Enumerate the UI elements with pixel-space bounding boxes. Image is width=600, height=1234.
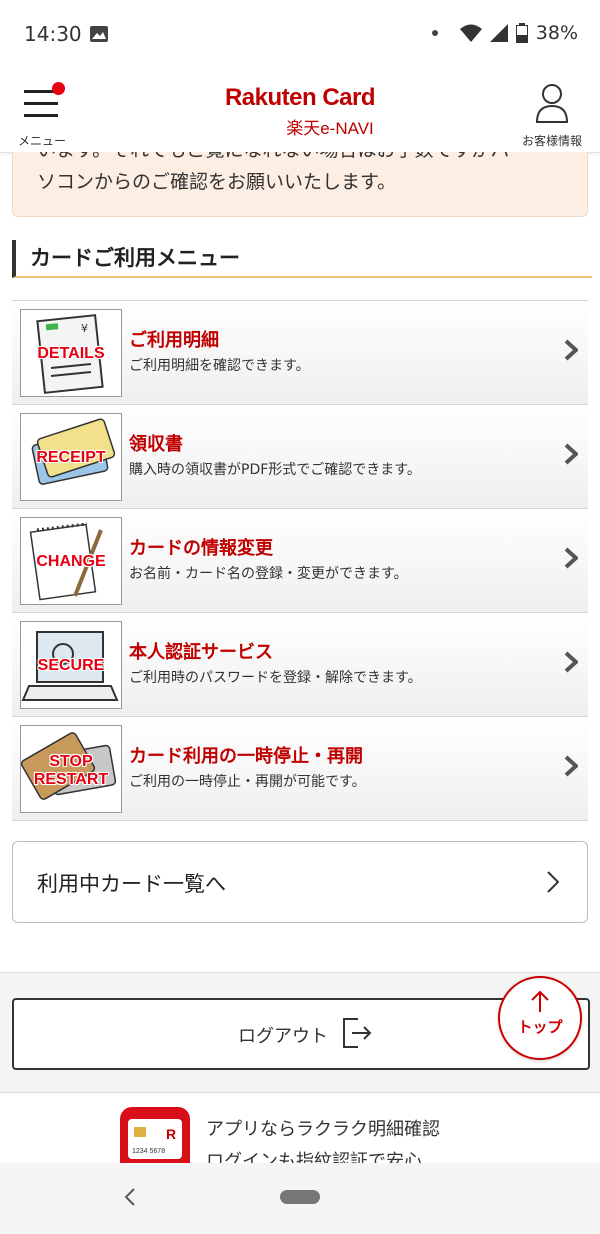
receipt-thumbnail: RECEIPT [20,413,122,501]
details-label: DETAILS [37,345,105,362]
status-time: 14:30 [24,22,82,46]
item-desc: お名前・カード名の登録・変更ができます。 [129,566,408,582]
menu-item-stop-restart[interactable]: STOP RESTART カード利用の一時停止・再開 ご利用の一時停止・再開が可… [12,716,588,821]
menu-item-details[interactable]: ¥ DETAILS ご利用明細 ご利用明細を確認できます。 [12,300,588,404]
brand-sub: 楽天e-NAVI [286,119,374,138]
stop-label: STOP [49,753,93,770]
card-menu-list: ¥ DETAILS ご利用明細 ご利用明細を確認できます。 RECEIPT 領収… [12,300,588,821]
change-label: CHANGE [36,553,106,570]
badge-dot-icon [52,82,65,95]
rakuten-card-app-icon: R 1234 5678 [120,1107,190,1163]
gallery-icon [90,26,108,42]
notification-dot-icon [431,30,438,36]
card-chip-icon: R 1234 5678 [132,1126,176,1155]
menu-item-secure[interactable]: SECURE 本人認証サービス ご利用時のパスワードを登録・解除できます。 [12,612,588,716]
chevron-right-icon [564,443,578,465]
item-title: ご利用明細 [129,330,219,351]
notice-line-2: ソコンからのご確認をお願いいたします。 [37,171,397,193]
details-thumbnail: ¥ DETAILS [20,309,122,397]
menu-button[interactable]: メニュー [10,80,74,148]
restart-label: RESTART [33,771,109,788]
item-title: 領収書 [129,434,183,455]
signal-icon [489,24,508,42]
wifi-icon [459,24,482,42]
account-label: お客様情報 [521,134,582,148]
back-icon[interactable] [122,1187,136,1207]
user-icon [535,84,569,123]
item-desc: ご利用時のパスワードを登録・解除できます。 [129,670,422,686]
menu-item-change[interactable]: CHANGE カードの情報変更 お名前・カード名の登録・変更ができます。 [12,508,588,612]
app-promo-banner[interactable]: R 1234 5678 アプリならラクラク明細確認 ログインも指紋認証で安心 [0,1093,600,1163]
item-desc: ご利用明細を確認できます。 [129,358,310,374]
account-button[interactable]: お客様情報 [512,80,592,148]
item-desc: ご利用の一時停止・再開が可能です。 [129,774,366,790]
top-label: トップ [517,1018,563,1036]
secure-label: SECURE [37,657,105,674]
section-title: カードご利用メニュー [12,240,592,278]
promo-line-2: ログインも指紋認証で安心 [206,1151,422,1163]
stop-restart-thumbnail: STOP RESTART [20,725,122,813]
card-list-button[interactable]: 利用中カード一覧へ [12,841,588,923]
menu-label: メニュー [17,134,66,148]
chevron-right-icon [564,547,578,569]
card-number: 1234 5678 [132,1148,165,1155]
notice-line-1: います。それでもご覧になれない場合はお手数ですがパ [37,152,577,166]
brand-main: Rakuten Card [224,84,376,111]
item-title: カードの情報変更 [129,538,273,559]
hamburger-icon [24,90,58,126]
svg-text:R: R [166,1126,176,1142]
item-desc: 購入時の領収書がPDF形式でご確認できます。 [129,462,421,478]
scroll-top-button[interactable]: トップ [498,976,582,1060]
card-list-label: 利用中カード一覧へ [37,872,226,896]
secure-thumbnail: SECURE [20,621,122,709]
battery-icon [515,23,528,43]
item-title: カード利用の一時停止・再開 [129,746,363,767]
chevron-right-icon [564,339,578,361]
svg-text:¥: ¥ [81,322,88,335]
menu-item-receipt[interactable]: RECEIPT 領収書 購入時の領収書がPDF形式でご確認できます。 [12,404,588,508]
notice-box: います。それでもご覧になれない場合はお手数ですがパ ソコンからのご確認をお願いい… [12,152,588,217]
logout-icon [343,1018,372,1048]
app-header: メニュー Rakuten Card 楽天e-NAVI お客様情報 [0,72,600,153]
logout-label: ログアウト [238,1026,328,1047]
receipt-label: RECEIPT [36,449,106,466]
brand-logo[interactable]: Rakuten Card 楽天e-NAVI [210,84,390,139]
battery-percent: 38% [535,22,578,44]
arrow-up-icon [531,990,549,1012]
status-bar: 14:30 38% [0,0,600,72]
home-pill-icon[interactable] [280,1190,320,1204]
chevron-right-icon [547,871,559,893]
chevron-right-icon [564,755,578,777]
promo-line-1: アプリならラクラク明細確認 [206,1119,440,1140]
system-nav-bar [0,1163,600,1233]
chevron-right-icon [564,651,578,673]
item-title: 本人認証サービス [129,642,273,663]
change-thumbnail: CHANGE [20,517,122,605]
